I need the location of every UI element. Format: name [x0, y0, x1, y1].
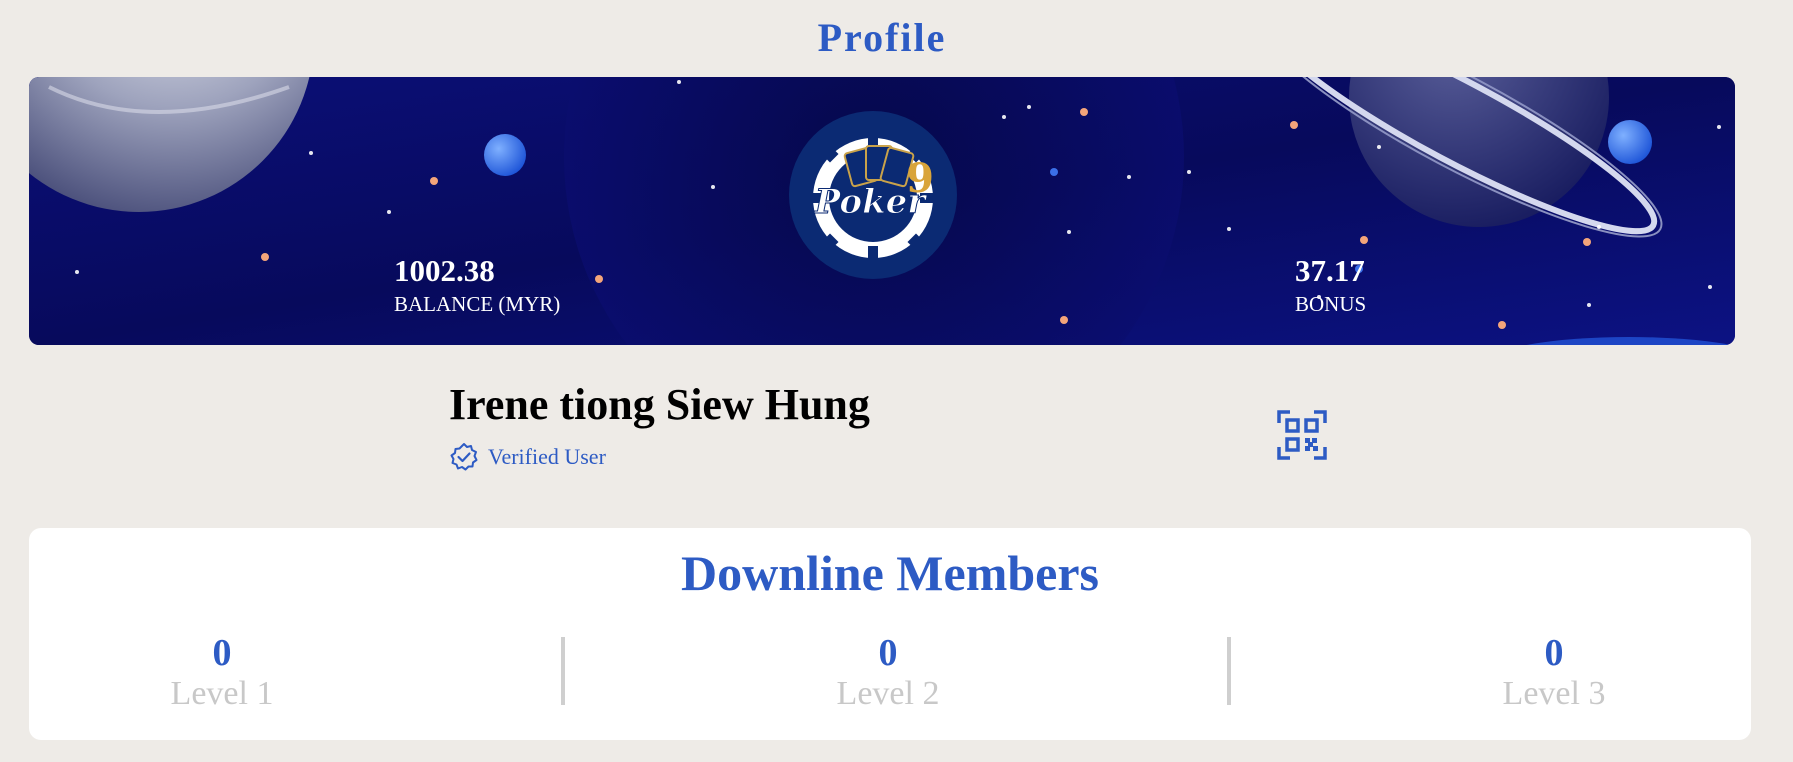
- level-count: 0: [1544, 632, 1564, 674]
- level-count: 0: [212, 632, 232, 674]
- divider: [561, 637, 565, 705]
- profile-banner: Poker 9 1002.38 BALANCE (MYR) 37.17 BONU…: [29, 77, 1735, 345]
- downline-level-2[interactable]: 0 Level 2: [788, 632, 988, 714]
- bonus-value: 37.17: [1295, 253, 1365, 288]
- poker9-logo: Poker 9: [788, 110, 958, 280]
- level-label: Level 1: [170, 675, 274, 712]
- qr-code-button[interactable]: [1277, 410, 1327, 460]
- verified-badge-icon: [450, 443, 478, 471]
- divider: [1227, 637, 1231, 705]
- verified-label: Verified User: [488, 444, 606, 469]
- balance-stat: 1002.38 BALANCE (MYR): [394, 253, 560, 317]
- page-title: Profile: [817, 15, 947, 60]
- bonus-label: BONUS: [1295, 292, 1367, 316]
- balance-value: 1002.38: [394, 253, 495, 288]
- downline-level-3[interactable]: 0 Level 3: [1454, 632, 1654, 714]
- downline-members-card: Downline Members 0 Level 1 0 Level 2 0 L…: [29, 528, 1751, 740]
- level-label: Level 3: [1502, 675, 1606, 712]
- bonus-stat: 37.17 BONUS: [1295, 253, 1366, 317]
- profile-page: Profile Poker 9 1002.38 BALANCE (MYR) 37…: [0, 0, 1793, 762]
- verified-status: Verified User: [449, 442, 606, 472]
- svg-text:9: 9: [906, 155, 934, 202]
- qr-code-icon: [1277, 410, 1327, 460]
- level-count: 0: [878, 632, 898, 674]
- downline-level-1[interactable]: 0 Level 1: [122, 632, 322, 714]
- downline-title: Downline Members: [681, 545, 1099, 601]
- level-label: Level 2: [836, 675, 940, 712]
- user-name: Irene tiong Siew Hung: [449, 380, 870, 429]
- balance-label: BALANCE (MYR): [394, 292, 561, 316]
